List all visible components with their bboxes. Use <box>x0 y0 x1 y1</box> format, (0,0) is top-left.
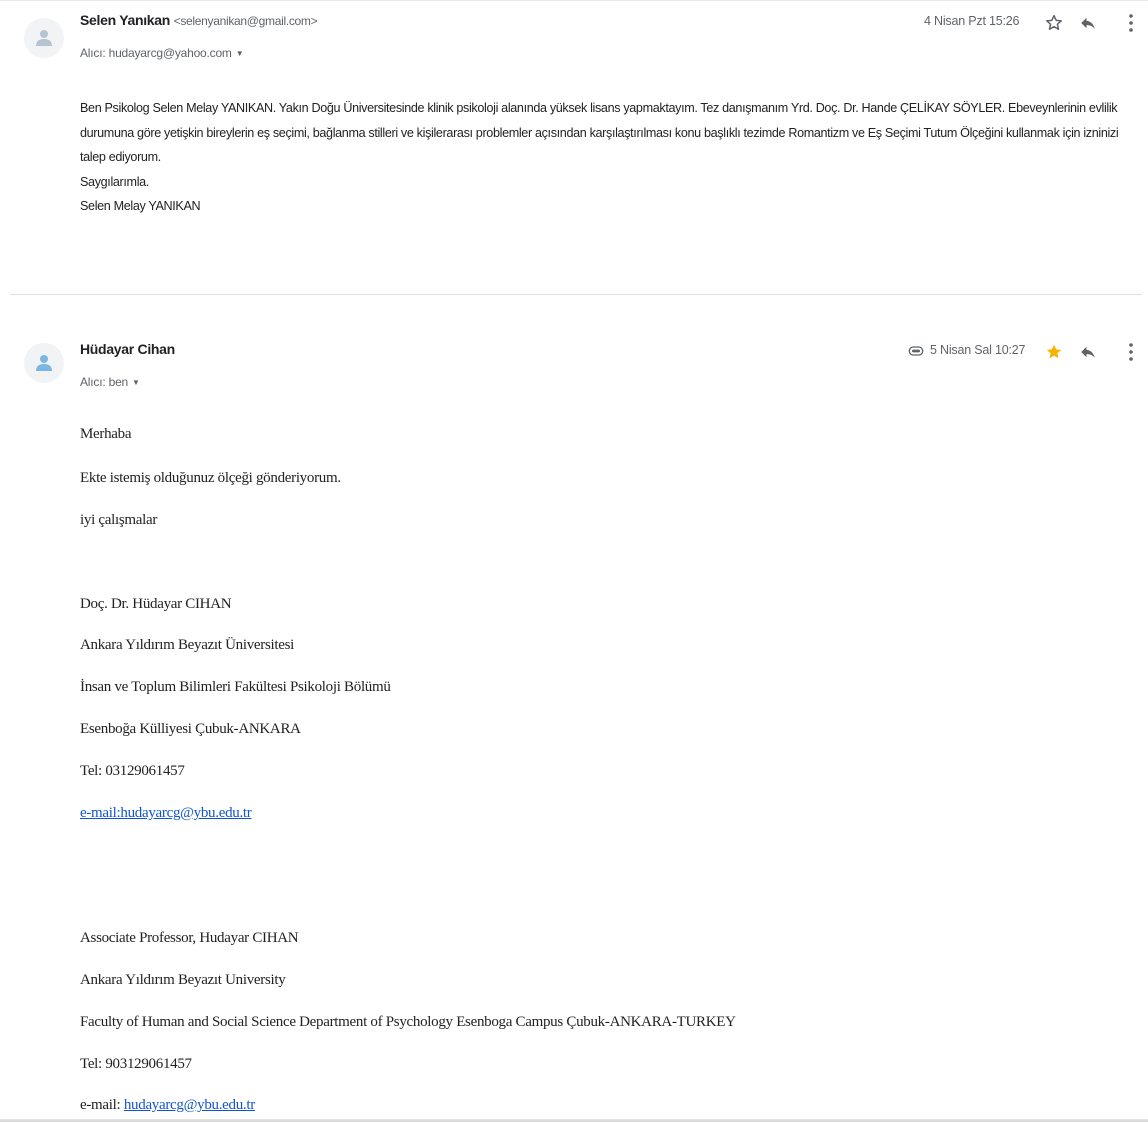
recipient-line[interactable]: Alıcı: hudayarcg@yahoo.com ▼ <box>80 46 244 60</box>
signature-tel-tr: Tel: 03129061457 <box>80 763 185 779</box>
message-divider <box>10 294 1142 295</box>
recipient-text: Alıcı: hudayarcg@yahoo.com <box>80 46 232 60</box>
reply-button[interactable] <box>1077 12 1099 34</box>
message-2: Hüdayar Cihan Alıcı: ben ▼ 5 Nisan Sal 10… <box>0 300 1148 1122</box>
sender-avatar[interactable] <box>24 343 64 383</box>
person-avatar-icon <box>36 355 52 371</box>
body-greeting: Merhaba <box>80 426 132 442</box>
sender-line: Selen Yanıkan <selenyanikan@gmail.com> <box>80 12 318 28</box>
signature-university-en: Ankara Yıldırım Beyazıt University <box>80 972 286 988</box>
message-1: Selen Yanıkan <selenyanikan@gmail.com> A… <box>0 0 1148 290</box>
email-link[interactable]: hudayarcg@ybu.edu.tr <box>124 1097 255 1113</box>
more-vert-icon <box>1129 14 1133 32</box>
body-closing: Saygılarımla. <box>80 174 149 189</box>
email-link[interactable]: e-mail:hudayarcg@ybu.edu.tr <box>80 805 252 821</box>
message-body: Merhaba Ekte istemiş olduğunuz ölçeği gö… <box>80 300 1140 1122</box>
email-label: e-mail: <box>80 1097 124 1113</box>
chevron-down-icon[interactable]: ▼ <box>236 49 244 58</box>
signature-tel-en: Tel: 903129061457 <box>80 1056 192 1072</box>
signature-university-tr: Ankara Yıldırım Beyazıt Üniversitesi <box>80 637 295 653</box>
body-line: Ekte istemiş olduğunuz ölçeği gönderiyor… <box>80 470 341 486</box>
message-date: 4 Nisan Pzt 15:26 <box>924 14 1020 28</box>
body-closing: iyi çalışmalar <box>80 512 158 528</box>
signature-name-tr: Doç. Dr. Hüdayar CIHAN <box>80 596 232 612</box>
star-outline-icon <box>1046 14 1062 30</box>
more-options-button[interactable] <box>1120 12 1142 34</box>
signature-faculty-tr: İnsan ve Toplum Bilimleri Fakültesi Psik… <box>80 679 391 695</box>
star-button[interactable] <box>1043 12 1065 34</box>
signature-email-tr: e-mail:hudayarcg@ybu.edu.tr <box>80 805 252 822</box>
signature-address-tr: Esenboğa Külliyesi Çubuk-ANKARA <box>80 721 301 737</box>
body-paragraph: Ben Psikolog Selen Melay YANIKAN. Yakın … <box>80 101 1119 164</box>
signature-email-en: e-mail: hudayarcg@ybu.edu.tr <box>80 1097 255 1114</box>
signature-name-en: Associate Professor, Hudayar CIHAN <box>80 930 299 946</box>
sender-avatar[interactable] <box>24 18 64 58</box>
signature-faculty-en: Faculty of Human and Social Science Depa… <box>80 1014 736 1030</box>
reply-icon <box>1081 17 1095 29</box>
person-avatar-icon <box>36 30 52 46</box>
body-signature: Selen Melay YANIKAN <box>80 199 201 213</box>
sender-email: <selenyanikan@gmail.com> <box>173 14 318 28</box>
sender-name[interactable]: Selen Yanıkan <box>80 12 170 28</box>
message-body: Ben Psikolog Selen Melay YANIKAN. Yakın … <box>80 96 1140 219</box>
